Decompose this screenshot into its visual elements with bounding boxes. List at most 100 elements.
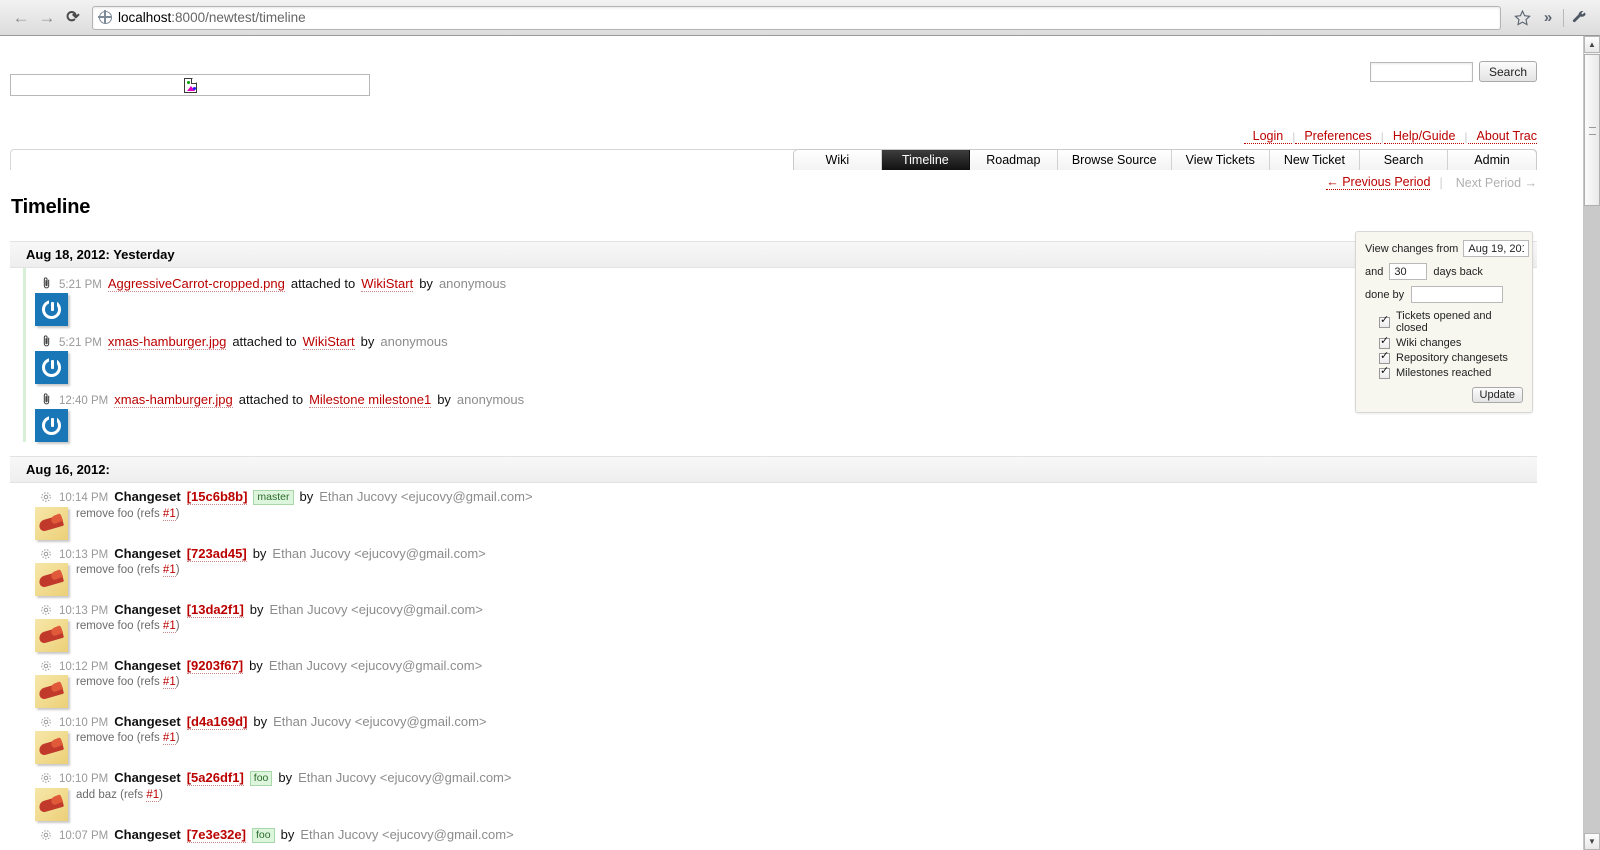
changeset-hash-link[interactable]: [723ad45] [186,546,247,562]
timeline-event-changeset[interactable]: 10:13 PM Changeset [723ad45] by Ethan Ju… [23,540,1537,596]
paperclip-icon [40,276,53,290]
filter-tickets-row[interactable]: Tickets opened and closed [1365,310,1523,334]
shoe-thumbnail[interactable] [35,731,68,764]
changeset-hash-link[interactable]: [5a26df1] [186,770,244,786]
tab-browse-source[interactable]: Browse Source [1058,150,1172,170]
ticket-ref-link[interactable]: #1 [162,732,176,745]
timeline-event-changeset[interactable]: 10:07 PM Changeset [7e3e32e] foo by Etha… [23,821,1537,844]
checkbox-tickets[interactable] [1379,315,1390,328]
event-headline: 10:14 PM Changeset [15c6b8b] master by E… [26,489,1537,506]
event-body [26,409,1537,442]
attachment-target-link[interactable]: WikiStart [361,276,414,292]
days-back-row: and days back [1365,263,1523,280]
power-icon-thumbnail[interactable] [35,409,68,442]
vertical-scrollbar[interactable]: ▲ ▼ [1583,36,1600,850]
ticket-ref-link[interactable]: #1 [146,789,160,802]
forward-arrow-icon[interactable]: → [34,5,60,31]
timeline-event-changeset[interactable]: 10:13 PM Changeset [13da2f1] by Ethan Ju… [23,596,1537,652]
filter-wiki-row[interactable]: Wiki changes [1365,336,1523,349]
days-back-input[interactable] [1389,263,1428,280]
address-bar[interactable]: localhost:8000/newtest/timeline [92,5,1501,30]
ticket-ref-link[interactable]: #1 [162,564,176,577]
ticket-ref-link[interactable]: #1 [162,508,176,521]
ticket-ref-link[interactable]: #1 [162,620,176,633]
ticket-ref-link[interactable]: #1 [162,676,176,689]
scrollbar-thumb[interactable] [1584,54,1600,206]
shoe-thumbnail[interactable] [35,619,68,652]
metanav-item-about-trac[interactable]: About Trac [1467,129,1537,144]
overflow-chevrons-icon[interactable]: » [1535,5,1561,31]
event-body: remove foo (refs #1) [26,507,1537,540]
power-icon-thumbnail[interactable] [35,293,68,326]
attachment-filename-link[interactable]: xmas-hamburger.jpg [107,334,227,350]
tab-view-tickets[interactable]: View Tickets [1172,150,1270,170]
attachment-target-link[interactable]: WikiStart [302,334,355,350]
tab-admin[interactable]: Admin [1448,150,1536,170]
done-by-input[interactable] [1411,286,1504,303]
url-host: localhost [118,10,172,25]
tab-new-ticket[interactable]: New Ticket [1270,150,1360,170]
tab-timeline[interactable]: Timeline [881,150,970,170]
changeset-hash-link[interactable]: [9203f67] [186,658,244,674]
metanav-item-help-guide[interactable]: Help/Guide [1383,129,1465,144]
metanav-item-preferences[interactable]: Preferences [1295,129,1381,144]
attachment-filename-link[interactable]: AggressiveCarrot-cropped.png [107,276,285,292]
event-body: remove foo (refs #1) [26,731,1537,764]
timeline-event-changeset[interactable]: 10:14 PM Changeset [15c6b8b] master by E… [23,483,1537,540]
attachment-filename-link[interactable]: xmas-hamburger.jpg [114,392,233,408]
by-label: by [437,392,451,407]
changeset-hash-link[interactable]: [7e3e32e] [186,827,246,843]
message-text: remove foo (refs [76,508,163,520]
timeline-event-changeset[interactable]: 10:10 PM Changeset [d4a169d] by Ethan Ju… [23,708,1537,764]
filter-milestones-row[interactable]: Milestones reached [1365,366,1523,379]
scroll-down-button[interactable]: ▼ [1584,833,1600,850]
update-button[interactable]: Update [1471,387,1523,403]
checkbox-milestones[interactable] [1379,366,1390,379]
context-navigation: ← Previous Period | Next Period → [1326,175,1537,190]
shoe-thumbnail[interactable] [35,507,68,540]
tab-roadmap[interactable]: Roadmap [970,150,1058,170]
tab-wiki[interactable]: Wiki [794,150,882,170]
message-text: add baz (refs [76,789,147,801]
filter-changesets-row[interactable]: Repository changesets [1365,351,1523,364]
checkbox-wiki[interactable] [1379,336,1390,349]
wrench-icon[interactable] [1566,5,1592,31]
next-period-link: Next Period → [1455,175,1537,190]
quick-search-button[interactable]: Search [1478,61,1537,82]
star-icon[interactable] [1509,5,1535,31]
back-arrow-icon[interactable]: ← [8,5,34,31]
scrollbar-track[interactable] [1584,206,1600,833]
scroll-up-button[interactable]: ▲ [1584,36,1600,53]
changeset-hash-link[interactable]: [15c6b8b] [186,489,248,505]
event-author: Ethan Jucovy <ejucovy@gmail.com> [300,827,514,842]
timeline-event-changeset[interactable]: 10:10 PM Changeset [5a26df1] foo by Etha… [23,764,1537,821]
shoe-thumbnail[interactable] [35,675,68,708]
changeset-hash-link[interactable]: [13da2f1] [186,602,244,618]
timeline-event-changeset[interactable]: 10:12 PM Changeset [9203f67] by Ethan Ju… [23,652,1537,708]
timeline-event-attachment[interactable]: 12:40 PM xmas-hamburger.jpg attached to … [23,384,1537,442]
shoe-thumbnail[interactable] [35,563,68,596]
day-events: 5:21 PM AggressiveCarrot-cropped.png att… [10,268,1537,442]
event-author: Ethan Jucovy <ejucovy@gmail.com> [298,770,512,785]
event-time: 12:40 PM [59,395,109,407]
timeline-event-attachment[interactable]: 5:21 PM xmas-hamburger.jpg attached to W… [23,326,1537,384]
branch-badge: foo [251,828,275,843]
quick-search-input[interactable] [1369,61,1473,82]
checkbox-changesets[interactable] [1379,351,1390,364]
by-label: by [278,770,293,785]
message-text: remove foo (refs [76,620,163,632]
search-input[interactable] [10,74,370,96]
attachment-target-link[interactable]: Milestone milestone1 [309,392,432,408]
tab-search[interactable]: Search [1360,150,1448,170]
event-author: Ethan Jucovy <ejucovy@gmail.com> [269,602,483,617]
metanav-item-login[interactable]: Login [1243,129,1293,144]
done-by-label: done by [1365,288,1405,301]
changeset-hash-link[interactable]: [d4a169d] [186,714,248,730]
timeline-event-attachment[interactable]: 5:21 PM AggressiveCarrot-cropped.png att… [23,268,1537,326]
power-icon-thumbnail[interactable] [35,351,68,384]
from-date-input[interactable] [1463,240,1530,257]
reload-icon[interactable]: ⟳ [60,5,86,31]
event-author: anonymous [380,334,448,349]
previous-period-link[interactable]: ← Previous Period [1326,175,1431,190]
shoe-thumbnail[interactable] [35,788,68,821]
